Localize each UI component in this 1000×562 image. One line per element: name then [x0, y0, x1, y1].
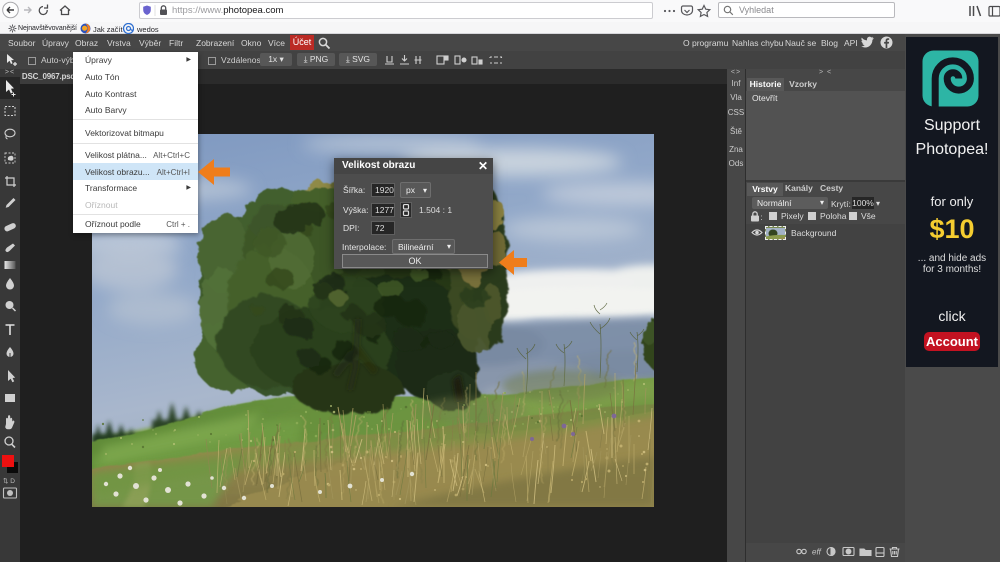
svg-text:⇅ D: ⇅ D — [3, 478, 15, 485]
svg-text:eff: eff — [812, 548, 822, 557]
svg-text::: : — [761, 213, 763, 222]
